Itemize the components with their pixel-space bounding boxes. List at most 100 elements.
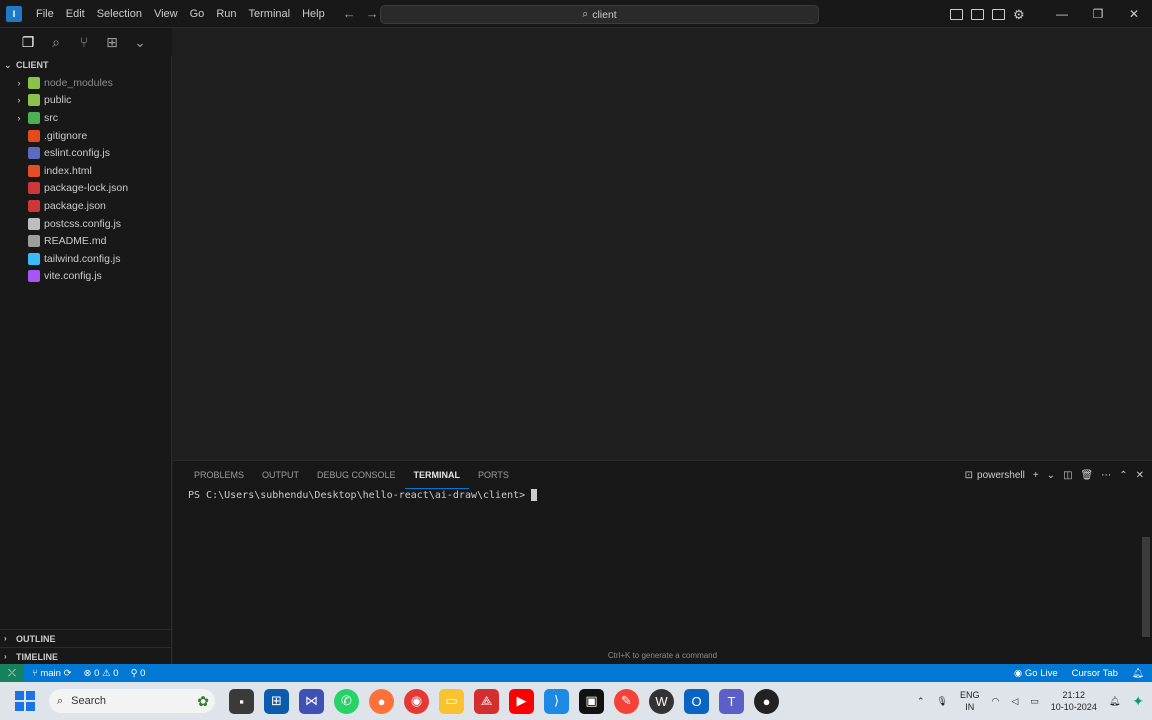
menu-view[interactable]: View [148, 0, 184, 28]
go-live-button[interactable]: ◉ Go Live [1014, 668, 1058, 679]
split-terminal-icon[interactable]: ◫ [1063, 470, 1072, 481]
menu-edit[interactable]: Edit [60, 0, 91, 28]
explorer-root-header[interactable]: ⌄ CLIENT [0, 56, 171, 74]
pen-app-icon[interactable]: ✎ [614, 688, 639, 714]
more-views-chevron-icon[interactable]: ⌄ [126, 28, 154, 56]
teams-icon[interactable]: T [719, 688, 744, 714]
file-item[interactable]: .gitignore [0, 127, 171, 145]
chevron-down-icon[interactable]: ⌄ [1047, 470, 1055, 481]
lang-code: ENG [959, 690, 980, 700]
branch-status[interactable]: ⑂ main ⟳ [32, 668, 72, 679]
outlook-icon[interactable]: O [684, 688, 709, 714]
tree-item-label: public [44, 94, 72, 107]
ports-icon: ⚲ [130, 667, 138, 679]
remote-indicator-icon[interactable]: ⤫ [0, 664, 24, 682]
file-item[interactable]: postcss.config.js [0, 215, 171, 233]
file-item[interactable]: vite.config.js [0, 268, 171, 286]
close-panel-icon[interactable]: ✕ [1136, 470, 1144, 481]
restore-button[interactable]: ❐ [1080, 0, 1116, 28]
tab-problems[interactable]: PROBLEMS [185, 461, 253, 489]
firefox-icon[interactable]: ● [369, 688, 394, 714]
timeline-label: TIMELINE [16, 651, 58, 662]
system-tray: ⌃ 🎙︎ ENG IN ◠ ◁ ▭ 21:12 10-10-2024 🔔︎ ✦ [917, 682, 1144, 720]
visual-studio-icon[interactable]: ⋈ [299, 688, 324, 714]
language-indicator[interactable]: ENG IN [960, 689, 980, 713]
settings-gear-icon[interactable]: ⚙ [1013, 8, 1026, 21]
tray-overflow-chevron-icon[interactable]: ⌃ [917, 696, 925, 707]
search-view-icon[interactable]: ⌕ [42, 28, 70, 56]
folder-item[interactable]: › src [0, 109, 171, 127]
terminal-scrollbar[interactable] [1142, 537, 1150, 637]
file-item[interactable]: README.md [0, 232, 171, 250]
file-item[interactable]: tailwind.config.js [0, 250, 171, 268]
notification-bell-icon[interactable]: 🔔︎ [1109, 696, 1120, 707]
menu-file[interactable]: File [30, 0, 60, 28]
folder-item[interactable]: › public [0, 92, 171, 110]
menu-run[interactable]: Run [210, 0, 242, 28]
folder-icon [28, 94, 40, 107]
extensions-icon[interactable]: ⊞ [98, 28, 126, 56]
menu-help[interactable]: Help [296, 0, 331, 28]
source-control-icon[interactable]: ⑂ [70, 28, 98, 56]
menu-selection[interactable]: Selection [91, 0, 148, 28]
file-item[interactable]: eslint.config.js [0, 144, 171, 162]
acrobat-icon[interactable]: ⟁ [474, 688, 499, 714]
taskbar-apps: ▪ ⊞ ⋈ ✆ ● ◉ ▭ ⟁ ▶ ⟩ ▣ ✎ W O T ● [229, 688, 779, 714]
copilot-icon[interactable]: ✦ [1132, 693, 1144, 710]
editor-area[interactable] [173, 28, 1152, 460]
folder-item[interactable]: › node_modules [0, 74, 171, 92]
maximize-panel-icon[interactable]: ⌃ [1119, 470, 1127, 481]
tab-debug-console[interactable]: DEBUG CONSOLE [308, 461, 405, 489]
toggle-primary-sidebar-icon[interactable] [950, 8, 963, 20]
tree-item-label: index.html [44, 164, 92, 177]
terminal-output[interactable]: PS C:\Users\subhendu\Desktop\hello-react… [188, 489, 538, 501]
youtube-icon[interactable]: ▶ [509, 688, 534, 714]
chevron-right-icon: › [4, 652, 7, 661]
layout-controls: ⚙ [950, 8, 1026, 21]
outline-section[interactable]: › OUTLINE [0, 629, 172, 647]
more-actions-icon[interactable]: ⋯ [1101, 470, 1111, 481]
terminal-shell-selector[interactable]: ⊡ powershell [965, 470, 1025, 481]
file-item[interactable]: package.json [0, 197, 171, 215]
wifi-icon[interactable]: ◠ [991, 696, 999, 707]
wordpress-icon[interactable]: W [649, 688, 674, 714]
close-window-button[interactable]: ✕ [1116, 0, 1152, 28]
battery-icon[interactable]: ▭ [1030, 696, 1039, 707]
cursor-app-icon[interactable]: ▣ [579, 688, 604, 714]
minimize-button[interactable]: — [1044, 0, 1080, 28]
notifications-bell-icon[interactable]: 🔔︎ [1132, 668, 1144, 679]
back-arrow-icon[interactable]: ← [343, 6, 356, 21]
new-terminal-plus-icon[interactable]: + [1033, 470, 1039, 481]
clock[interactable]: 21:12 10-10-2024 [1051, 689, 1097, 713]
file-explorer-icon[interactable]: ▭ [439, 688, 464, 714]
cursor-tab-status[interactable]: Cursor Tab [1072, 668, 1118, 679]
warning-count: 0 [113, 667, 119, 679]
volume-icon[interactable]: ◁ [1011, 696, 1018, 707]
explorer-icon[interactable]: ❐ [14, 28, 42, 56]
toggle-panel-icon[interactable] [971, 8, 984, 20]
timeline-section[interactable]: › TIMELINE [0, 647, 172, 665]
vscode-icon[interactable]: ⟩ [544, 688, 569, 714]
github-desktop-icon[interactable]: ● [754, 688, 779, 714]
file-item[interactable]: index.html [0, 162, 171, 180]
command-center[interactable]: ⌕ client [380, 5, 819, 24]
chrome-icon[interactable]: ◉ [404, 688, 429, 714]
microsoft-store-icon[interactable]: ⊞ [264, 688, 289, 714]
menu-terminal[interactable]: Terminal [243, 0, 297, 28]
microphone-icon[interactable]: 🎙︎ [937, 696, 948, 707]
file-item[interactable]: package-lock.json [0, 180, 171, 198]
tab-ports[interactable]: PORTS [469, 461, 518, 489]
taskbar-search[interactable]: ⌕ Search ✿ [49, 689, 215, 713]
tab-terminal[interactable]: TERMINAL [404, 462, 470, 489]
menu-go[interactable]: Go [184, 0, 211, 28]
toggle-secondary-sidebar-icon[interactable] [992, 8, 1005, 20]
forward-arrow-icon[interactable]: → [366, 6, 379, 21]
trash-icon[interactable]: 🗑 [1081, 470, 1094, 481]
tab-output[interactable]: OUTPUT [253, 461, 308, 489]
ports-status[interactable]: ⚲ 0 [131, 668, 146, 679]
problems-status[interactable]: ⊗ 0 ⚠ 0 [84, 668, 119, 679]
task-view-icon[interactable]: ▪ [229, 688, 254, 714]
windows-start-icon[interactable] [15, 691, 35, 711]
tree-item-label: node_modules [44, 76, 113, 89]
whatsapp-icon[interactable]: ✆ [334, 688, 359, 714]
